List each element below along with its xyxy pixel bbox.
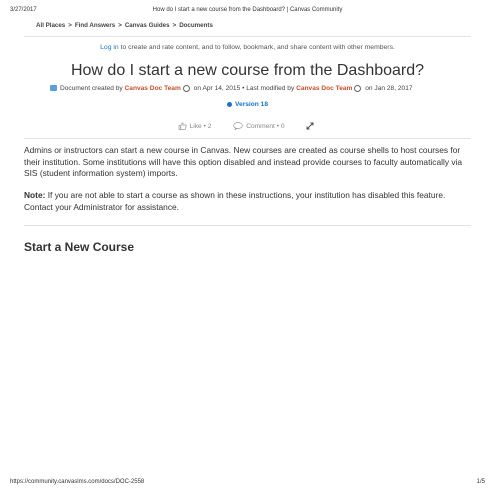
breadcrumb-item-all-places[interactable]: All Places (36, 22, 65, 29)
section-heading: Start a New Course (24, 240, 135, 254)
avatar-icon (182, 84, 190, 92)
breadcrumb: All Places > Find Answers > Canvas Guides > Do… (36, 22, 213, 29)
breadcrumb-item-documents[interactable]: Documents (179, 22, 213, 29)
divider (24, 36, 471, 37)
version-info: Version 18 (0, 101, 495, 108)
thumbs-up-icon (178, 122, 187, 130)
footer-url: https://community.canvaslms.com/docs/DOC… (10, 479, 145, 485)
page-title: How do I start a new course from the Das… (70, 62, 425, 79)
comment-button[interactable]: Comment • 0 (233, 122, 285, 131)
note-label: Note: (24, 190, 46, 200)
document-actions: Like • 2 Comment • 0 (0, 122, 495, 131)
login-notice: Log in to create and rate content, and t… (0, 44, 495, 51)
comment-icon (233, 122, 244, 131)
modified-date: on Jan 28, 2017 (363, 85, 413, 92)
document-icon (50, 85, 57, 92)
login-link[interactable]: Log in (100, 44, 119, 51)
document-meta: Document created by Canvas Doc Team on A… (50, 84, 450, 93)
comment-count: 0 (280, 122, 285, 130)
comment-label: Comment (246, 122, 275, 130)
created-author-link[interactable]: Canvas Doc Team (125, 85, 181, 92)
print-page-title: How do I start a new course from the Das… (152, 7, 343, 13)
note-paragraph: Note: If you are not able to start a cou… (24, 190, 474, 213)
breadcrumb-separator: > (68, 22, 72, 29)
breadcrumb-item-find-answers[interactable]: Find Answers (75, 22, 115, 29)
like-count: 2 (207, 122, 212, 130)
version-link[interactable]: Version 18 (235, 101, 268, 108)
modified-prefix: • Last modified by (240, 85, 297, 92)
avatar-icon (354, 84, 362, 92)
breadcrumb-separator: > (118, 22, 122, 29)
like-label: Like (189, 122, 202, 130)
like-button[interactable]: Like • 2 (178, 122, 212, 130)
created-date: on Apr 14, 2015 (191, 85, 241, 92)
note-text: If you are not able to start a course as… (24, 190, 446, 212)
expand-button[interactable] (306, 122, 317, 130)
breadcrumb-separator: > (172, 22, 177, 29)
page-number: 1/5 (476, 479, 485, 485)
divider (24, 138, 471, 139)
divider (24, 225, 471, 226)
expand-icon (306, 122, 314, 130)
intro-paragraph: Admins or instructors can start a new co… (24, 145, 463, 178)
created-prefix: Document created by (60, 85, 125, 92)
breadcrumb-item-canvas-guides[interactable]: Canvas Guides (125, 22, 170, 29)
login-notice-text: to create and rate content, and to follo… (118, 44, 395, 51)
version-icon (227, 101, 232, 107)
modified-author-link[interactable]: Canvas Doc Team (296, 85, 352, 92)
